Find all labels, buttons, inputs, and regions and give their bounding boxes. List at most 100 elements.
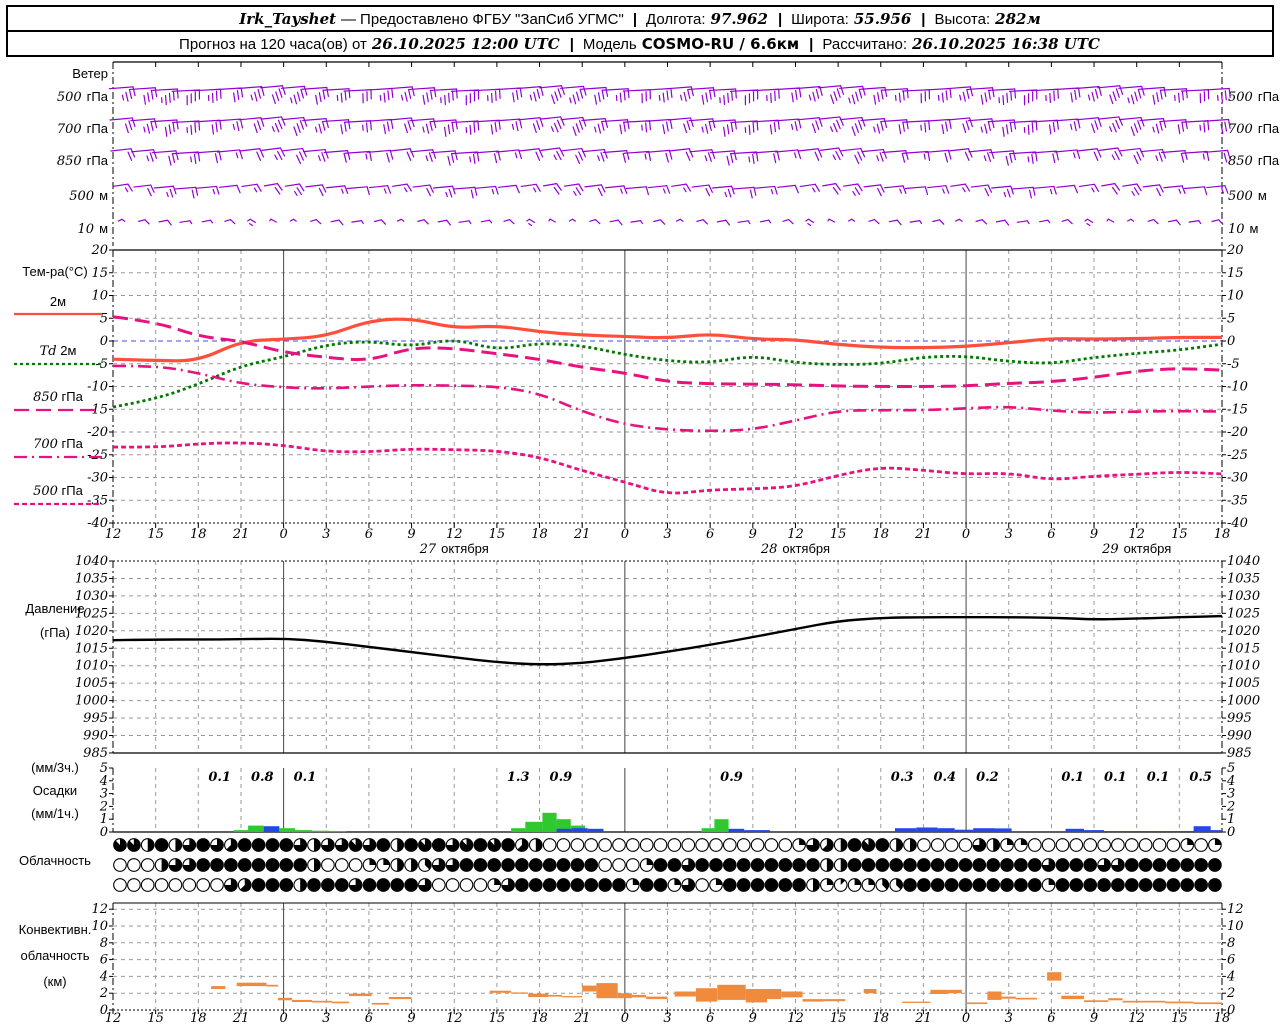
- cloud-symbol: [1124, 878, 1139, 892]
- precip-bar-1h: [1104, 831, 1137, 832]
- svg-text:21: 21: [573, 527, 591, 542]
- cloud-symbol: [1194, 858, 1208, 872]
- convective-cloud-box: [1108, 998, 1123, 1001]
- cloud-symbol: [334, 858, 349, 872]
- svg-text:8: 8: [1227, 936, 1235, 951]
- precip-bar-3h: [295, 830, 313, 832]
- svg-text:850гПа: 850 гПа: [57, 153, 109, 169]
- cloud-symbol: [1194, 878, 1208, 892]
- cloud-symbol: [528, 858, 543, 872]
- convective-cloud-box: [1122, 1000, 1166, 1003]
- cloud-symbol: [917, 838, 931, 852]
- cloud-symbol: [556, 838, 571, 852]
- convective-cloud-box: [674, 991, 696, 997]
- cloud-symbol: [958, 838, 973, 852]
- precip-bar-1h: [1084, 830, 1104, 832]
- precip-bar-1h: [728, 828, 745, 832]
- cloud-symbol: [1083, 858, 1098, 872]
- cloud-symbol: [127, 878, 141, 892]
- cloud-panel: [113, 838, 1222, 892]
- convective-cloud-box: [292, 999, 312, 1002]
- cloud-symbol: [1069, 878, 1084, 892]
- cloud-symbol: [736, 878, 751, 892]
- precip-bar-3h: [714, 819, 729, 832]
- svg-text:9: 9: [1090, 1011, 1098, 1024]
- svg-text:10: 10: [1227, 289, 1244, 304]
- svg-text:15: 15: [830, 1011, 847, 1024]
- svg-text:3: 3: [322, 527, 330, 542]
- cloud-symbol: [778, 858, 793, 872]
- svg-text:27октября: 27 октября: [419, 541, 489, 557]
- svg-text:700гПа: 700 гПа: [57, 121, 109, 137]
- svg-text:21: 21: [232, 527, 250, 542]
- hour-labels-bottom: 12 15 18 21 0 3 6 9 12 15 18 21 0 3 6 9 12 15 18 21 0 3 6 9 12 15…: [105, 1011, 1231, 1024]
- svg-text:6: 6: [706, 1011, 714, 1024]
- cloud-symbol: [653, 838, 668, 852]
- cloud-symbol: [1069, 838, 1084, 852]
- precip-bar-3h: [312, 830, 330, 832]
- svg-text:1020: 1020: [1227, 624, 1260, 639]
- svg-text:12: 12: [1128, 527, 1145, 542]
- cloud-symbol: [528, 878, 543, 892]
- convective-cloud-box: [1084, 1000, 1109, 1002]
- precip-title-line1: (мм/3ч.): [31, 760, 79, 775]
- svg-text:0: 0: [962, 527, 970, 542]
- precip-bar-1h: [973, 828, 995, 832]
- cloud-symbol: [709, 838, 723, 852]
- convective-cloud-box: [489, 990, 512, 993]
- svg-text:3: 3: [1005, 1011, 1013, 1024]
- svg-text:-15: -15: [1227, 402, 1248, 417]
- cloud-symbol: [570, 858, 585, 872]
- precip-bar-3h: [701, 828, 715, 832]
- svg-text:0.5: 0.5: [1189, 770, 1212, 785]
- cloud-symbol: [584, 878, 599, 892]
- cloud-symbol: [889, 858, 904, 872]
- cloud-symbol: [584, 858, 599, 872]
- cloud-symbol: [625, 858, 640, 872]
- temp-legend-entry-Td 2м: Td 2м: [14, 343, 102, 366]
- cloud-symbol: [1055, 878, 1070, 892]
- cloud-symbol: [1138, 838, 1153, 852]
- svg-text:9: 9: [407, 527, 415, 542]
- svg-text:18: 18: [190, 1011, 207, 1024]
- svg-text:28октября: 28 октября: [760, 541, 830, 557]
- precip-bar-3h: [329, 831, 347, 832]
- convective-cloud-box: [596, 983, 618, 999]
- cloud-symbol: [764, 838, 779, 852]
- svg-text:12: 12: [446, 1011, 463, 1024]
- cloud-symbol: [612, 838, 626, 852]
- cloud-symbol: [750, 838, 765, 852]
- svg-text:0: 0: [962, 1011, 970, 1024]
- precip-bar-3h: [542, 812, 557, 832]
- svg-text:0: 0: [1227, 334, 1235, 349]
- wind-panel-title: Ветер: [72, 66, 108, 81]
- svg-text:12: 12: [446, 527, 463, 542]
- cloud-symbol: [584, 838, 599, 852]
- svg-text:0.1: 0.1: [1061, 770, 1084, 785]
- svg-text:500м: 500 м: [1228, 188, 1267, 204]
- cloud-symbol: [113, 878, 127, 892]
- svg-text:1000: 1000: [1227, 694, 1260, 709]
- convective-cloud-box: [266, 984, 278, 987]
- convective-cloud-box: [277, 997, 293, 1001]
- cloud-symbol: [972, 858, 987, 872]
- precip-bar-1h: [1172, 831, 1194, 832]
- cloud-symbol: [210, 878, 224, 892]
- svg-text:18: 18: [531, 527, 548, 542]
- svg-text:12: 12: [91, 902, 108, 917]
- svg-text:985: 985: [83, 746, 108, 761]
- cloud-symbol: [404, 878, 418, 892]
- convective-cloud-box: [646, 996, 668, 1000]
- temp-legend-entry-500 гПа: 500 гПа: [14, 483, 102, 506]
- cloud-symbol: [1055, 858, 1070, 872]
- cloud-symbol: [376, 838, 391, 852]
- cloud-symbol: [196, 858, 211, 872]
- wind-panel: 500 гПа 500 гПа 700 гПа 700 гПа 850 гПа 850 гПа 500 м…: [57, 61, 1280, 246]
- svg-text:15: 15: [489, 1011, 506, 1024]
- cloud-symbol: [1041, 838, 1056, 852]
- cloud-symbol: [1083, 838, 1098, 852]
- cloud-symbol: [639, 878, 654, 892]
- convective-cloud-box: [332, 1001, 350, 1004]
- svg-text:-25: -25: [1227, 448, 1248, 463]
- cloud-symbol: [348, 858, 363, 872]
